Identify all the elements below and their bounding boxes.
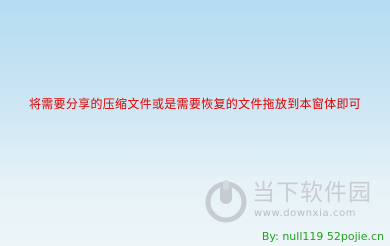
author-credit: By: null119 52pojie.cn	[261, 230, 384, 243]
drop-window[interactable]: 将需要分享的压缩文件或是需要恢复的文件拖放到本窗体即可 当下软件园 www.do…	[0, 0, 390, 246]
watermark-title: 当下软件园	[252, 180, 372, 206]
watermark-url: www.downxia.com	[254, 208, 357, 219]
drop-instruction-text: 将需要分享的压缩文件或是需要恢复的文件拖放到本窗体即可	[28, 97, 362, 111]
watermark: 当下软件园 www.downxia.com	[204, 176, 374, 226]
downxia-logo-icon	[205, 180, 247, 223]
